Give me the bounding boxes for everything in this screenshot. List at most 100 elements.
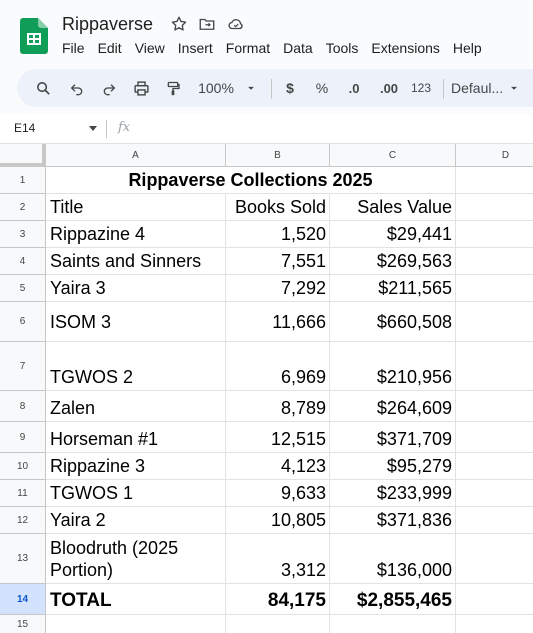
row-header-1[interactable]: 1 [0,167,46,194]
cell-d3[interactable] [456,221,533,248]
sheets-logo-icon[interactable] [20,18,48,54]
cell-d2[interactable] [456,194,533,221]
increase-decimal-button[interactable]: .00 [374,69,404,107]
table-cell-books-sold[interactable]: 12,515 [226,422,330,453]
move-folder-icon[interactable] [198,15,216,33]
spreadsheet-grid[interactable]: A B C D 1 2 3 4 5 6 7 8 9 10 11 12 13 14… [0,144,533,633]
column-header-c[interactable]: C [330,144,456,167]
table-cell-books-sold[interactable]: 3,312 [226,534,330,584]
cell-d8[interactable] [456,391,533,422]
row-header-7[interactable]: 7 [0,342,46,391]
cell-d4[interactable] [456,248,533,275]
table-cell-books-sold[interactable]: 8,789 [226,391,330,422]
header-cell-books-sold[interactable]: Books Sold [226,194,330,221]
cell-d1[interactable] [456,167,533,194]
column-header-d[interactable]: D [456,144,533,167]
cell-d13[interactable] [456,534,533,584]
cell-d12[interactable] [456,507,533,534]
menu-view[interactable]: View [135,40,171,56]
sheet-title-cell[interactable]: Rippaverse Collections 2025 [46,167,456,194]
cell-b15[interactable] [226,615,330,633]
cell-d11[interactable] [456,480,533,507]
table-cell-title[interactable]: TGWOS 2 [46,342,226,391]
table-cell-sales-value[interactable]: $210,956 [330,342,456,391]
menu-file[interactable]: File [62,40,91,56]
table-cell-sales-value[interactable]: $29,441 [330,221,456,248]
table-cell-title[interactable]: Zalen [46,391,226,422]
row-header-2[interactable]: 2 [0,194,46,221]
menu-help[interactable]: Help [453,40,488,56]
cell-d5[interactable] [456,275,533,302]
table-cell-books-sold[interactable]: 11,666 [226,302,330,342]
cell-d6[interactable] [456,302,533,342]
percent-format-button[interactable]: % [311,69,333,107]
header-cell-sales-value[interactable]: Sales Value [330,194,456,221]
row-header-4[interactable]: 4 [0,248,46,275]
table-cell-books-sold[interactable]: 1,520 [226,221,330,248]
menu-extensions[interactable]: Extensions [371,40,445,56]
cell-d15[interactable] [456,615,533,633]
table-cell-title[interactable]: Yaira 3 [46,275,226,302]
table-cell-sales-value[interactable]: $95,279 [330,453,456,480]
header-cell-title[interactable]: Title [46,194,226,221]
chevron-down-icon[interactable] [88,125,98,133]
table-cell-sales-value[interactable]: $660,508 [330,302,456,342]
table-cell-title[interactable]: Rippazine 4 [46,221,226,248]
table-cell-books-sold[interactable]: 10,805 [226,507,330,534]
more-formats-button[interactable]: 123 [407,69,435,107]
table-cell-sales-value[interactable]: $264,609 [330,391,456,422]
table-cell-sales-value[interactable]: $136,000 [330,534,456,584]
cell-d7[interactable] [456,342,533,391]
cell-a15[interactable] [46,615,226,633]
table-cell-sales-value[interactable]: $211,565 [330,275,456,302]
column-header-a[interactable]: A [46,144,226,167]
table-cell-title[interactable]: TGWOS 1 [46,480,226,507]
table-cell-books-sold[interactable]: 6,969 [226,342,330,391]
total-books-sold-cell[interactable]: 84,175 [226,584,330,615]
table-cell-books-sold[interactable]: 4,123 [226,453,330,480]
column-header-b[interactable]: B [226,144,330,167]
currency-format-button[interactable]: $ [279,69,301,107]
row-header-15[interactable]: 15 [0,615,46,633]
row-header-3[interactable]: 3 [0,221,46,248]
menu-insert[interactable]: Insert [178,40,219,56]
menu-tools[interactable]: Tools [326,40,365,56]
table-cell-books-sold[interactable]: 7,292 [226,275,330,302]
cell-e14-selected[interactable] [456,584,533,615]
paint-format-button[interactable] [161,69,185,107]
table-cell-title[interactable]: Saints and Sinners [46,248,226,275]
document-title[interactable]: Rippaverse [62,14,153,35]
select-all-corner[interactable] [0,144,46,167]
table-cell-books-sold[interactable]: 9,633 [226,480,330,507]
menu-data[interactable]: Data [283,40,319,56]
name-box[interactable]: E14 [14,121,35,135]
table-cell-title[interactable]: ISOM 3 [46,302,226,342]
row-header-13[interactable]: 13 [0,534,46,584]
total-sales-value-cell[interactable]: $2,855,465 [330,584,456,615]
decrease-decimal-button[interactable]: .0 [341,69,367,107]
cell-c15[interactable] [330,615,456,633]
row-header-10[interactable]: 10 [0,453,46,480]
star-icon[interactable] [170,15,188,33]
cloud-saved-icon[interactable] [226,15,246,33]
row-header-9[interactable]: 9 [0,422,46,453]
cell-d9[interactable] [456,422,533,453]
zoom-select[interactable]: 100% [193,69,263,107]
cell-d10[interactable] [456,453,533,480]
print-button[interactable] [129,69,153,107]
row-header-12[interactable]: 12 [0,507,46,534]
redo-button[interactable] [97,69,121,107]
row-header-6[interactable]: 6 [0,302,46,342]
row-header-11[interactable]: 11 [0,480,46,507]
menu-format[interactable]: Format [226,40,276,56]
table-cell-sales-value[interactable]: $233,999 [330,480,456,507]
row-header-5[interactable]: 5 [0,275,46,302]
total-label-cell[interactable]: TOTAL [46,584,226,615]
table-cell-sales-value[interactable]: $371,709 [330,422,456,453]
table-cell-title[interactable]: Yaira 2 [46,507,226,534]
row-header-14[interactable]: 14 [0,584,46,615]
row-header-8[interactable]: 8 [0,391,46,422]
search-menus-button[interactable] [31,69,55,107]
table-cell-title[interactable]: Rippazine 3 [46,453,226,480]
font-family-select[interactable]: Defaul... [451,69,531,107]
